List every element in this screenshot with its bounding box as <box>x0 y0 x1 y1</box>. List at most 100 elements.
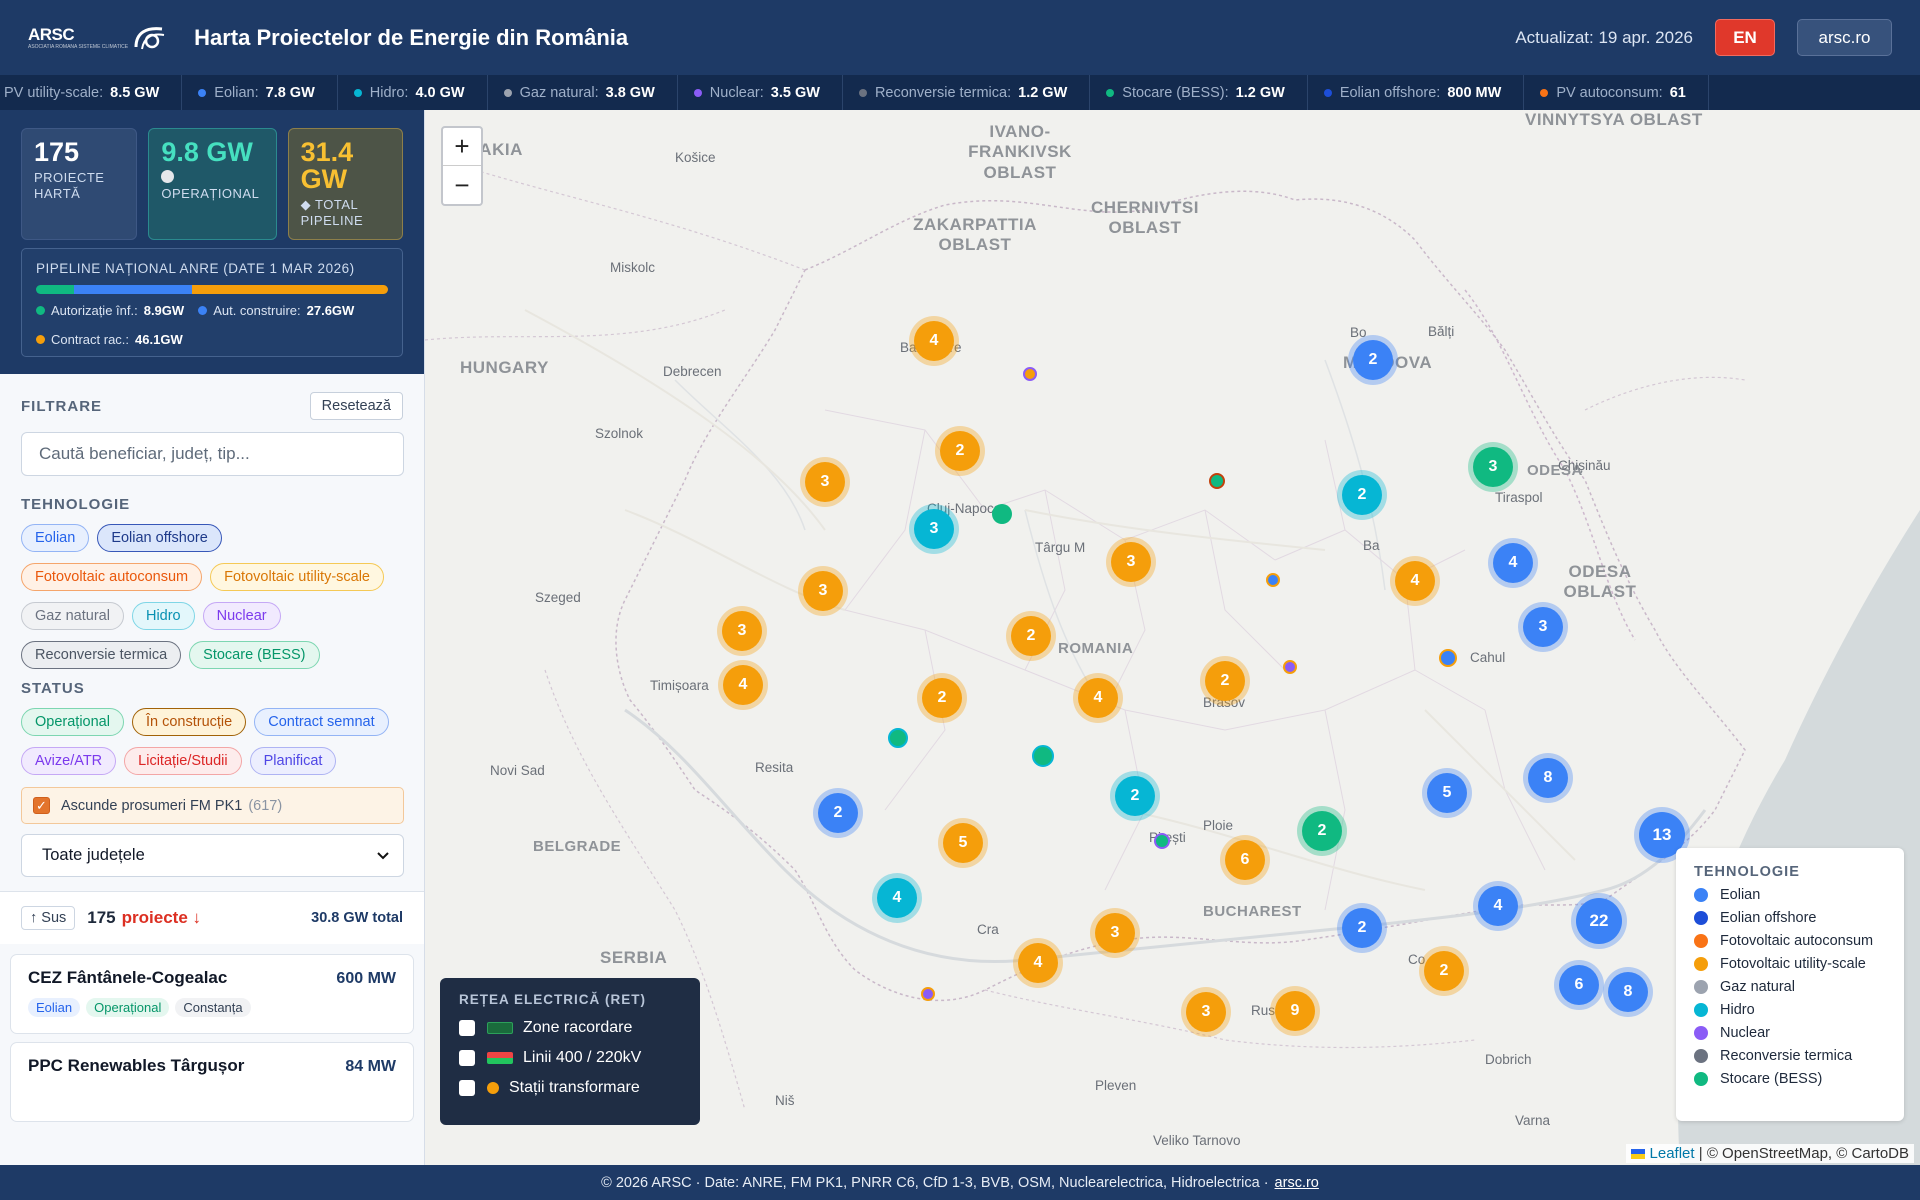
map-cluster-marker[interactable]: 4 <box>1478 886 1518 926</box>
map-cluster-marker[interactable]: 4 <box>1018 943 1058 983</box>
technology-chip[interactable]: Eolian <box>21 524 90 552</box>
station-dot-icon <box>487 1082 499 1094</box>
map-cluster-marker[interactable]: 2 <box>1353 340 1393 380</box>
technology-chip[interactable]: Fotovoltaic autoconsum <box>21 563 203 591</box>
map-cluster-marker[interactable]: 4 <box>723 665 763 705</box>
footer-link[interactable]: arsc.ro <box>1275 1175 1319 1191</box>
map-region-label: IVANO-FRANKIVSK OBLAST <box>968 122 1072 182</box>
map-cluster-marker[interactable]: 5 <box>1427 773 1467 813</box>
map-cluster-marker[interactable]: 3 <box>1523 607 1563 647</box>
site-link-button[interactable]: arsc.ro <box>1797 19 1892 56</box>
map-city-label: Novi Sad <box>490 763 545 778</box>
map-cluster-marker[interactable]: 2 <box>1205 661 1245 701</box>
map-cluster-marker[interactable]: 8 <box>1608 972 1648 1012</box>
map-cluster-marker[interactable]: 3 <box>805 462 845 502</box>
map-cluster-marker[interactable]: 4 <box>1493 543 1533 583</box>
technology-chip[interactable]: Hidro <box>131 602 195 630</box>
zoom-out-button[interactable]: − <box>443 166 481 204</box>
map-project-marker[interactable] <box>1154 833 1170 849</box>
map-cluster-marker[interactable]: 4 <box>877 878 917 918</box>
layer-lines-checkbox[interactable] <box>459 1050 475 1066</box>
map-cluster-marker[interactable]: 22 <box>1576 898 1622 944</box>
map-cluster-marker[interactable]: 2 <box>1302 811 1342 851</box>
map-cluster-marker[interactable]: 2 <box>922 678 962 718</box>
map-project-marker[interactable] <box>1032 745 1054 767</box>
layer-lines[interactable]: Linii 400 / 220kV <box>459 1049 681 1067</box>
footer-text: © 2026 ARSC · Date: ANRE, FM PK1, PNRR C… <box>601 1174 1269 1191</box>
hide-prosumers-toggle[interactable]: ✓ Ascunde prosumeri FM PK1 (617) <box>21 787 404 824</box>
map-cluster-marker[interactable]: 6 <box>1559 965 1599 1005</box>
arsc-logo[interactable]: ARSC ASOCIATIA ROMANA SISTEME CLIMATICE <box>28 25 166 51</box>
map-cluster-marker[interactable]: 4 <box>1078 678 1118 718</box>
project-card[interactable]: PPC Renewables Târgușor 84 MW <box>10 1042 414 1122</box>
map-cluster-marker[interactable]: 2 <box>1424 951 1464 991</box>
legend-dot-icon <box>1694 934 1708 948</box>
status-chip[interactable]: Planificat <box>249 747 337 775</box>
map-cluster-marker[interactable]: 3 <box>1111 542 1151 582</box>
layer-stations[interactable]: Stații transformare <box>459 1079 681 1097</box>
status-chip[interactable]: În construcție <box>131 708 247 736</box>
projects-sort-toggle[interactable]: proiecte ↓ <box>122 908 201 928</box>
map-cluster-marker[interactable]: 3 <box>1186 992 1226 1032</box>
map-project-marker[interactable] <box>1283 660 1297 674</box>
map-project-marker[interactable] <box>1266 573 1280 587</box>
anre-legend-label: Contract rac.: <box>51 332 130 347</box>
map-project-marker[interactable] <box>921 987 935 1001</box>
map-cluster-marker[interactable]: 3 <box>1473 447 1513 487</box>
map-city-label: Tiraspol <box>1495 490 1543 505</box>
leaflet-link[interactable]: Leaflet <box>1650 1145 1695 1162</box>
map-cluster-marker[interactable]: 2 <box>1011 616 1051 656</box>
technology-chip[interactable]: Gaz natural <box>21 602 124 630</box>
status-chip[interactable]: Contract semnat <box>254 708 389 736</box>
map-attribution: Leaflet | © OpenStreetMap, © CartoDB <box>1626 1144 1914 1163</box>
map-cluster-marker[interactable]: 2 <box>1342 908 1382 948</box>
map-cluster-marker[interactable]: 2 <box>1115 776 1155 816</box>
technology-chip[interactable]: Fotovoltaic utility-scale <box>210 563 384 591</box>
capacity-ticker: PV utility-scale: 8.5 GW Eolian: 7.8 GW Hidr… <box>0 75 1920 110</box>
checkbox-checked-icon[interactable]: ✓ <box>33 797 50 814</box>
map-cluster-marker[interactable]: 2 <box>1342 475 1382 515</box>
map-cluster-marker[interactable]: 4 <box>1395 561 1435 601</box>
zoom-control[interactable]: + − <box>441 126 483 206</box>
technology-chip[interactable]: Eolian offshore <box>97 524 222 552</box>
scroll-up-button[interactable]: ↑ Sus <box>21 906 76 930</box>
stat-projects-label: PROIECTE HARTĂ <box>34 170 105 201</box>
status-chip[interactable]: Licitație/Studii <box>124 747 242 775</box>
map-cluster-marker[interactable]: 4 <box>914 321 954 361</box>
layer-zones-checkbox[interactable] <box>459 1020 475 1036</box>
anre-legend-dot-icon <box>198 306 208 315</box>
map-cluster-marker[interactable]: 6 <box>1225 840 1265 880</box>
project-card[interactable]: CEZ Fântânele-Cogealac 600 MW Eolian Operaț… <box>10 954 414 1034</box>
project-name: CEZ Fântânele-Cogealac <box>28 968 228 987</box>
status-chip[interactable]: Avize/ATR <box>21 747 117 775</box>
ticker-label: Stocare (BESS): <box>1122 84 1229 101</box>
map-cluster-marker[interactable]: 3 <box>803 571 843 611</box>
map-cluster-marker[interactable]: 5 <box>943 823 983 863</box>
map-project-marker[interactable] <box>888 728 908 748</box>
map-cluster-marker[interactable]: 3 <box>1095 913 1135 953</box>
map-project-marker[interactable] <box>1209 473 1225 489</box>
technology-chip[interactable]: Stocare (BESS) <box>189 641 320 669</box>
stat-operational-label: OPERAȚIONAL <box>161 185 260 201</box>
map-canvas[interactable]: OVAKIA IVANO-FRANKIVSK OBLAST VINNYTSYA OB… <box>425 110 1920 1165</box>
map-cluster-marker[interactable]: 9 <box>1275 991 1315 1031</box>
technology-chip[interactable]: Nuclear <box>202 602 281 630</box>
map-cluster-marker[interactable]: 2 <box>818 793 858 833</box>
map-project-marker[interactable] <box>1023 367 1037 381</box>
county-select[interactable]: Toate județele <box>21 834 404 877</box>
status-chip[interactable]: Operațional <box>21 708 124 736</box>
map-cluster-marker[interactable]: 2 <box>940 431 980 471</box>
map-cluster-marker[interactable]: 8 <box>1528 758 1568 798</box>
search-input[interactable] <box>21 432 404 476</box>
reset-button[interactable]: Resetează <box>309 392 403 420</box>
language-button[interactable]: EN <box>1715 19 1775 56</box>
technology-chip[interactable]: Reconversie termica <box>21 641 182 669</box>
zoom-in-button[interactable]: + <box>443 128 481 166</box>
map-cluster-marker[interactable]: 3 <box>722 611 762 651</box>
map-project-marker[interactable] <box>992 504 1012 524</box>
layer-stations-checkbox[interactable] <box>459 1080 475 1096</box>
legend-dot-icon <box>1694 957 1708 971</box>
layer-zones[interactable]: Zone racordare <box>459 1019 681 1037</box>
map-project-marker[interactable] <box>1439 649 1457 667</box>
map-cluster-marker[interactable]: 3 <box>914 509 954 549</box>
